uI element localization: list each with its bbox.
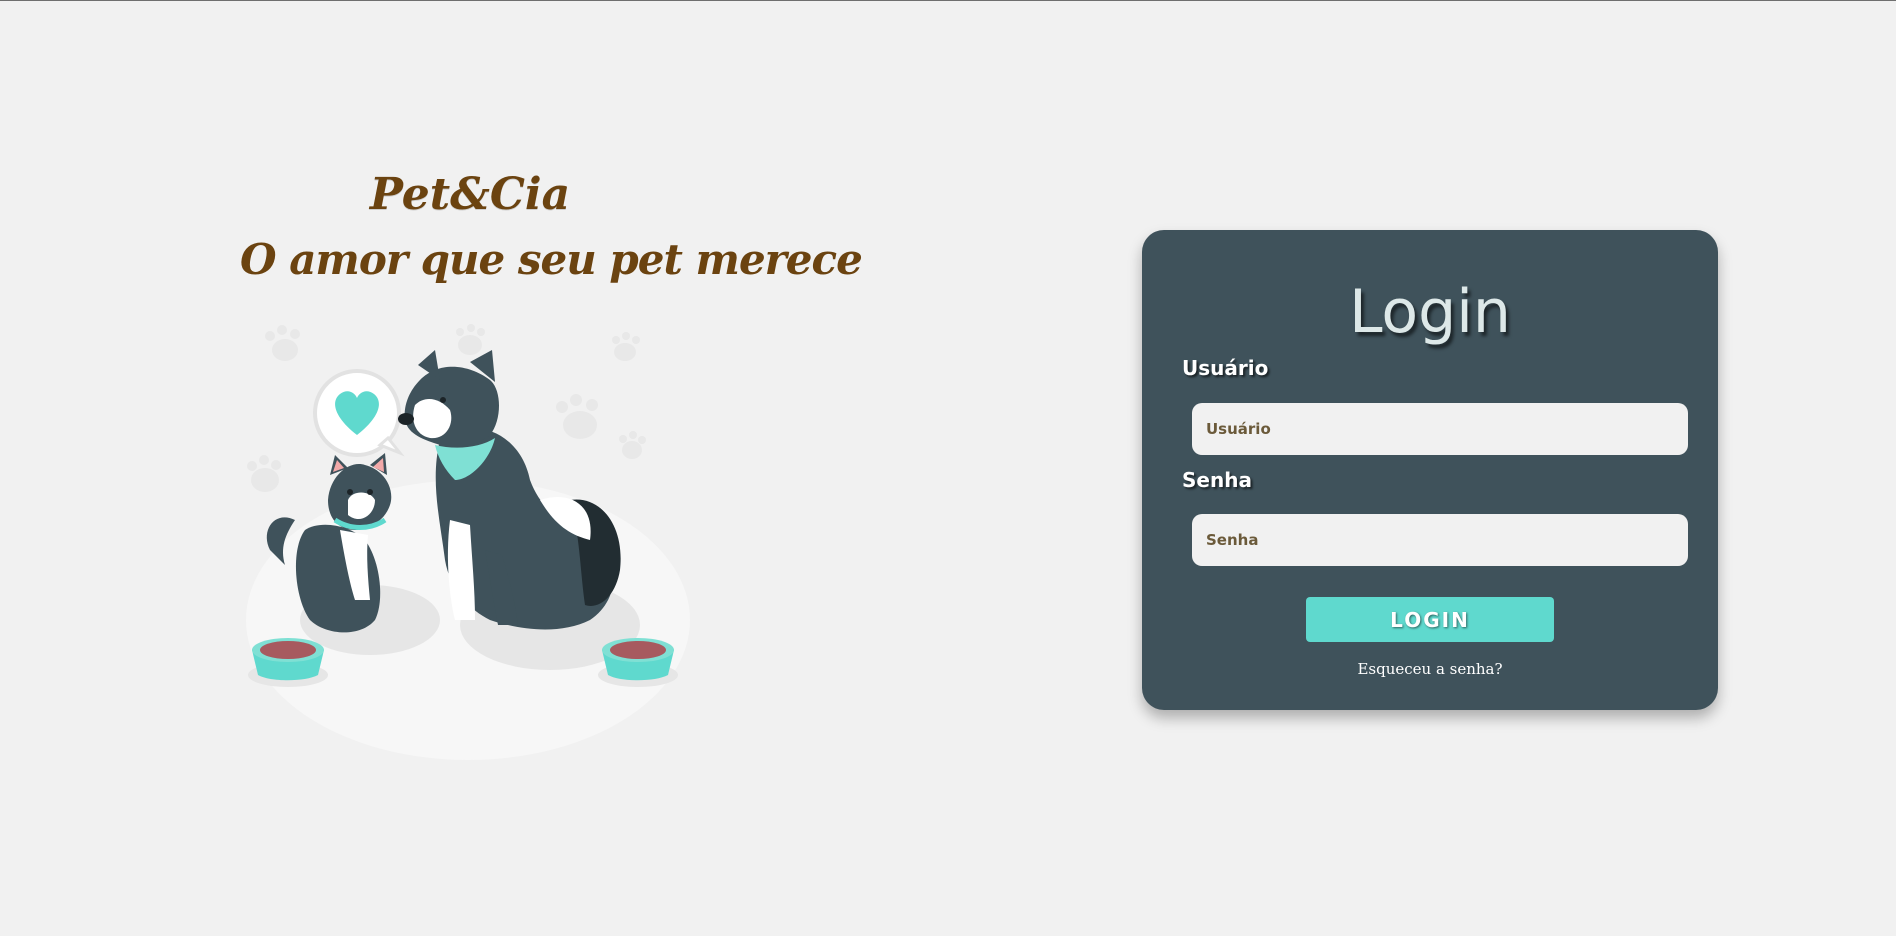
pets-illustration	[240, 320, 700, 760]
password-input[interactable]	[1192, 514, 1688, 566]
password-label: Senha	[1182, 468, 1252, 492]
top-border	[0, 0, 1896, 1]
login-card: Login Usuário Senha LOGIN Esqueceu a sen…	[1142, 230, 1718, 710]
username-label: Usuário	[1182, 356, 1269, 380]
brand-name: Pet&Cia	[369, 169, 571, 220]
brand-section: Pet&Cia O amor que seu pet merece	[240, 165, 863, 295]
login-title: Login	[1349, 277, 1511, 347]
dog-and-cat-illustration-icon	[246, 324, 690, 760]
brand-tagline: O amor que seu pet merece	[240, 235, 863, 284]
username-input[interactable]	[1192, 403, 1688, 455]
login-button[interactable]: LOGIN	[1306, 597, 1554, 642]
forgot-password-link[interactable]: Esqueceu a senha?	[1142, 660, 1718, 678]
